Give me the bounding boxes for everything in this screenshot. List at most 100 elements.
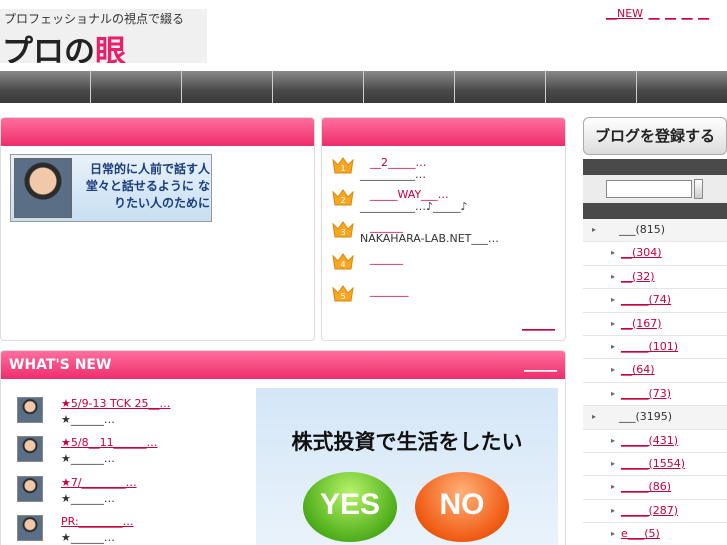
category-item[interactable]: ▸ _____(101) [583, 336, 727, 360]
category-group[interactable]: ▸ ___(3195) [583, 406, 727, 430]
search-input[interactable] [606, 180, 692, 198]
register-blog-button[interactable]: ブログを登録する [583, 117, 727, 155]
news-sub: ★______… [61, 531, 115, 544]
whats-new-header: WHAT'S NEW ______ [1, 351, 565, 379]
ranking-blog-name: __________…♪_____♪ [360, 200, 468, 213]
ranking-more-link[interactable]: ______ [522, 318, 555, 331]
category-header [583, 203, 727, 219]
yes-button[interactable]: YES [303, 472, 397, 542]
chevron-right-icon: ▸ [611, 248, 616, 258]
chevron-right-icon: ▸ [592, 412, 597, 422]
category-label[interactable]: e___(5) [621, 527, 660, 540]
category-item[interactable]: ▸ _____(73) [583, 383, 727, 407]
whats-new-title: WHAT'S NEW [9, 357, 112, 373]
crown-icon: 2 [332, 189, 354, 206]
nav-item[interactable] [546, 71, 637, 103]
category-label[interactable]: _____(73) [621, 387, 671, 400]
ranking-blog-name: __________… [360, 168, 426, 181]
category-label[interactable]: __(32) [621, 270, 655, 283]
category-item[interactable]: ▸ __(64) [583, 359, 727, 383]
news-item: ★5/9-13 TCK 25__… ★______… [17, 397, 242, 433]
category-label[interactable]: _____(1554) [621, 457, 685, 470]
news-item: ★7/________… ★______… [17, 476, 242, 512]
author-photo [14, 158, 72, 218]
category-item[interactable]: ▸ _____(431) [583, 430, 727, 453]
news-item: ★5/8__11______… ★______… [17, 436, 242, 472]
chevron-right-icon: ▸ [592, 225, 597, 234]
category-label[interactable]: _____(74) [621, 293, 671, 306]
chevron-right-icon: ▸ [611, 458, 616, 468]
news-sub: ★______… [61, 452, 115, 465]
chevron-right-icon: ▸ [611, 482, 616, 492]
category-item[interactable]: ▸ _____(1554) [583, 453, 727, 477]
nav-item[interactable] [182, 71, 273, 103]
category-label[interactable]: ___(3195) [619, 410, 672, 423]
category-label[interactable]: _____(101) [621, 340, 678, 353]
nav-item[interactable] [637, 71, 727, 103]
avatar [17, 436, 43, 462]
category-label[interactable]: ___(815) [619, 223, 665, 236]
crown-icon: 4 [332, 253, 354, 270]
category-item[interactable]: ▸ _____(86) [583, 476, 727, 500]
category-label[interactable]: _____(431) [621, 434, 678, 447]
ranking-item: 2 _____WAY___… __________…♪_____♪ [332, 186, 562, 218]
category-label[interactable]: __(304) [621, 246, 662, 259]
whats-new-panel: WHAT'S NEW ______ ★5/9-13 TCK 25__… ★___… [0, 350, 566, 545]
site-logo[interactable]: プロフェッショナルの視点で綴る プロの眼 [0, 9, 207, 63]
no-button[interactable]: NO [415, 472, 509, 542]
chevron-right-icon: ▸ [611, 271, 616, 281]
top-link-new[interactable]: __NEW [606, 7, 643, 20]
category-item[interactable]: ▸ e___(5) [583, 523, 727, 545]
ranking-number: 4 [340, 260, 345, 269]
nav-item[interactable] [0, 71, 91, 103]
chevron-right-icon: ▸ [611, 388, 616, 398]
category-label[interactable]: _____(86) [621, 480, 671, 493]
chevron-right-icon: ▸ [611, 435, 616, 445]
ranking-number: 5 [340, 292, 345, 301]
nav-item[interactable] [273, 71, 364, 103]
nav-item[interactable] [91, 71, 182, 103]
nav-item[interactable] [455, 71, 546, 103]
site-brand: プロの眼 [2, 26, 126, 63]
category-label[interactable]: _____(287) [621, 504, 678, 517]
avatar [17, 397, 43, 423]
ranking-number: 1 [340, 164, 345, 173]
ranking-title-link[interactable]: _______ [370, 284, 409, 297]
category-item[interactable]: ▸ __(167) [583, 313, 727, 336]
news-title-link[interactable]: PR:________… [61, 515, 134, 528]
ranking-blog-name: NAKAHARA-LAB.NET___… [360, 232, 499, 245]
news-title-link[interactable]: ★7/________… [61, 476, 137, 489]
featured-panel-header [1, 118, 314, 146]
news-title-link[interactable]: ★5/8__11______… [61, 436, 158, 449]
chevron-right-icon: ▸ [611, 341, 616, 351]
brand-accent: 眼 [95, 34, 126, 63]
news-sub: ★______… [61, 492, 115, 505]
top-link[interactable]: __ [665, 7, 676, 20]
search-header [583, 159, 727, 175]
whats-new-more-link[interactable]: ______ [524, 359, 557, 372]
category-list: ▸ ___(815) ▸ __(304) ▸ __(32) ▸ _____(74) ▸ __(16… [583, 219, 727, 545]
top-link[interactable]: __ [682, 7, 693, 20]
ranking-item: 4 ______ [332, 250, 562, 282]
nav-item[interactable] [364, 71, 455, 103]
chevron-right-icon: ▸ [611, 318, 616, 328]
speaking-banner[interactable]: 日常的に人前で話す人 堂々と話せるように なりたい人のために [10, 154, 212, 222]
category-label[interactable]: __(167) [621, 317, 662, 330]
stock-promo-banner[interactable]: 株式投資で生活をしたい YES NO [256, 388, 558, 545]
search-button[interactable] [694, 179, 703, 199]
category-item[interactable]: ▸ _____(74) [583, 289, 727, 313]
category-item[interactable]: ▸ _____(287) [583, 500, 727, 524]
top-link[interactable]: __ [698, 7, 709, 20]
category-group[interactable]: ▸ ___(815) [583, 219, 727, 243]
category-item[interactable]: ▸ __(32) [583, 266, 727, 290]
ranking-item: 1 __2_____… __________… [332, 154, 562, 186]
avatar [17, 476, 43, 502]
ranking-title-link[interactable]: ______ [370, 252, 403, 265]
chevron-right-icon: ▸ [611, 365, 616, 375]
category-item[interactable]: ▸ __(304) [583, 242, 727, 266]
category-label[interactable]: __(64) [621, 363, 655, 376]
top-links: __NEW __ __ __ __ [606, 7, 711, 20]
news-title-link[interactable]: ★5/9-13 TCK 25__… [61, 397, 171, 410]
promo-question: 株式投資で生活をしたい [291, 430, 523, 454]
top-link[interactable]: __ [649, 7, 660, 20]
